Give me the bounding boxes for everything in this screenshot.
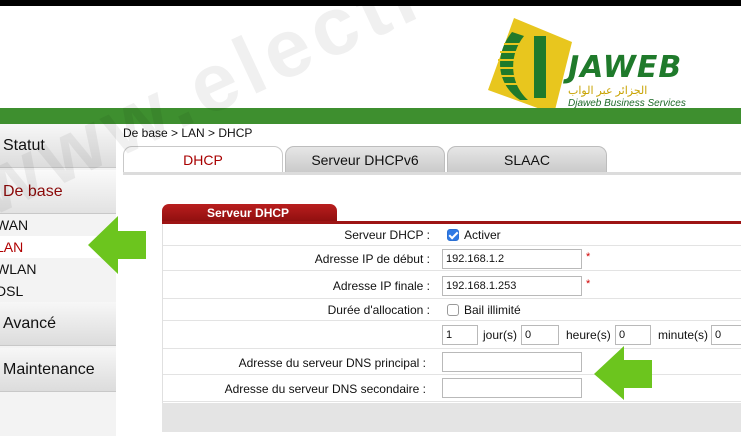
tab-label: Serveur DHCPv6 bbox=[311, 152, 419, 168]
jaweb-logo-icon bbox=[488, 18, 572, 114]
green-arrow-down-icon bbox=[594, 346, 652, 400]
lease-label: Durée d'allocation : bbox=[327, 303, 430, 317]
end-ip-label: Adresse IP finale : bbox=[332, 279, 430, 293]
sidebar-subitem-label: LAN bbox=[0, 239, 24, 255]
sidebar-item-maintenance[interactable]: Maintenance bbox=[0, 348, 116, 392]
dns-secondary-label: Adresse du serveur DNS secondaire : bbox=[224, 382, 426, 396]
unlimited-lease-checkbox[interactable] bbox=[447, 304, 459, 316]
start-ip-input[interactable] bbox=[442, 249, 582, 269]
jaweb-logo: JAWEB الجزائر عبر الواب Djaweb Business … bbox=[484, 14, 734, 114]
dhcp-enable-checkbox[interactable] bbox=[447, 229, 459, 241]
sidebar: Statut De base WAN LAN WLAN DSL Avancé M… bbox=[0, 124, 116, 436]
start-ip-label: Adresse IP de début : bbox=[314, 252, 430, 266]
tab-slaac[interactable]: SLAAC bbox=[447, 146, 607, 173]
sidebar-item-de-base[interactable]: De base bbox=[0, 170, 116, 214]
sidebar-item-avance[interactable]: Avancé bbox=[0, 302, 116, 346]
tab-underline bbox=[123, 172, 741, 175]
lease-days-label: jour(s) bbox=[483, 328, 518, 342]
end-ip-input[interactable] bbox=[442, 276, 582, 296]
tab-label: DHCP bbox=[183, 152, 223, 168]
dns-primary-input[interactable] bbox=[442, 352, 582, 372]
sidebar-subitem-label: DSL bbox=[0, 283, 24, 299]
dns-secondary-input[interactable] bbox=[442, 378, 582, 398]
header: JAWEB الجزائر عبر الواب Djaweb Business … bbox=[0, 6, 741, 114]
sidebar-subitem-label: WAN bbox=[0, 217, 29, 233]
start-ip-required: * bbox=[586, 251, 591, 263]
tab-serveur-dhcpv6[interactable]: Serveur DHCPv6 bbox=[285, 146, 445, 173]
lease-seconds-input[interactable] bbox=[711, 325, 741, 345]
breadcrumb: De base > LAN > DHCP bbox=[123, 126, 253, 140]
end-ip-required: * bbox=[586, 278, 591, 290]
sidebar-item-label: Avancé bbox=[3, 315, 57, 332]
brand-name: JAWEB bbox=[568, 50, 683, 85]
row-end-ip: Adresse IP finale : * bbox=[163, 271, 741, 299]
sidebar-subitem-label: WLAN bbox=[0, 261, 37, 277]
unlimited-lease-label: Bail illimité bbox=[464, 303, 521, 317]
tab-dhcp[interactable]: DHCP bbox=[123, 146, 283, 173]
green-arrow-right-icon bbox=[88, 216, 146, 274]
lease-hours-label: heure(s) bbox=[566, 328, 611, 342]
lease-minutes-label: minute(s) bbox=[658, 328, 709, 342]
row-dhcp-server: Serveur DHCP : Activer bbox=[163, 224, 741, 246]
dhcp-enable-label: Activer bbox=[464, 228, 501, 242]
dhcp-server-label: Serveur DHCP : bbox=[344, 228, 430, 242]
sidebar-item-label: Maintenance bbox=[3, 361, 95, 378]
dns-primary-label: Adresse du serveur DNS principal : bbox=[238, 356, 426, 370]
row-lease: Durée d'allocation : Bail illimité bbox=[163, 299, 741, 321]
row-start-ip: Adresse IP de début : * bbox=[163, 246, 741, 271]
panel-footer bbox=[162, 403, 741, 432]
lease-minutes-input[interactable] bbox=[615, 325, 651, 345]
sidebar-subitem-dsl[interactable]: DSL bbox=[0, 280, 112, 302]
sidebar-item-statut[interactable]: Statut bbox=[0, 124, 116, 168]
green-divider-bar bbox=[0, 108, 741, 124]
sidebar-item-label: Statut bbox=[3, 137, 45, 154]
lease-days-input[interactable] bbox=[442, 325, 478, 345]
brand-arabic: الجزائر عبر الواب bbox=[568, 85, 648, 97]
sidebar-item-label: De base bbox=[3, 183, 63, 200]
tab-label: SLAAC bbox=[504, 152, 550, 168]
lease-hours-input[interactable] bbox=[521, 325, 559, 345]
